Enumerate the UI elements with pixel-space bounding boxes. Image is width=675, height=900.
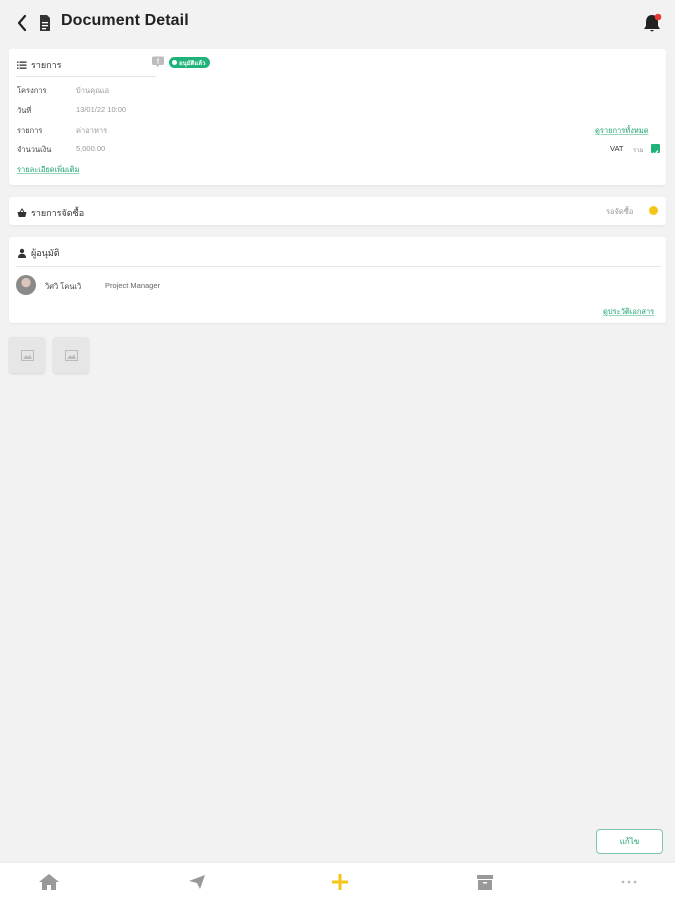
project-label: โครงการ bbox=[17, 86, 47, 95]
document-history-link[interactable]: ดูประวัติเอกสาร bbox=[603, 306, 654, 318]
details-card: รายการ อนุมัติแล้ว โครงการ บ้านคุณเอ วัน… bbox=[9, 49, 666, 185]
date-value: 13/01/22 10:00 bbox=[76, 105, 127, 114]
details-section-header: รายการ bbox=[17, 58, 62, 72]
approver-card: ผู้อนุมัติ วิศวิ โคนเวิ Project Manager … bbox=[9, 237, 666, 323]
checkmark-icon bbox=[652, 150, 659, 156]
more-icon bbox=[621, 880, 637, 884]
purchase-section-header: รายการจัดซื้อ bbox=[17, 206, 84, 220]
section-divider bbox=[16, 76, 156, 77]
vat-label: VAT bbox=[610, 144, 624, 153]
page-title: Document Detail bbox=[61, 12, 189, 29]
list-icon bbox=[17, 61, 27, 69]
nav-send[interactable] bbox=[186, 872, 208, 892]
purchase-card[interactable]: รายการจัดซื้อ รอจัดซื้อ bbox=[9, 197, 666, 225]
status-badge-label: อนุมัติแล้ว bbox=[179, 60, 206, 67]
purchase-status-text: รอจัดซื้อ bbox=[606, 207, 634, 216]
top-bar: Document Detail bbox=[0, 0, 675, 46]
bottom-navigation bbox=[0, 862, 675, 900]
nav-home[interactable] bbox=[38, 872, 60, 892]
approver-section-header: ผู้อนุมัติ bbox=[17, 246, 60, 260]
item-value: ค่าอาหาร bbox=[76, 126, 108, 135]
attachment-thumbnail[interactable] bbox=[53, 337, 89, 373]
user-icon bbox=[18, 248, 26, 258]
avatar bbox=[16, 275, 36, 295]
plus-icon bbox=[332, 874, 348, 890]
approver-section-label: ผู้อนุมัติ bbox=[31, 248, 60, 258]
comment-icon[interactable] bbox=[151, 56, 165, 68]
nav-more[interactable] bbox=[618, 872, 640, 892]
amount-label: จำนวนเงิน bbox=[17, 145, 52, 154]
approver-name: วิศวิ โคนเวิ bbox=[45, 282, 82, 291]
item-label: รายการ bbox=[17, 126, 43, 135]
details-section-label: รายการ bbox=[31, 60, 62, 70]
project-value: บ้านคุณเอ bbox=[76, 86, 110, 95]
basket-icon bbox=[17, 208, 27, 217]
status-badge: อนุมัติแล้ว bbox=[169, 57, 211, 68]
document-icon bbox=[40, 15, 50, 31]
send-icon bbox=[189, 875, 205, 889]
notification-bell-icon[interactable] bbox=[641, 12, 663, 34]
pending-clock-icon bbox=[649, 206, 658, 215]
back-arrow-icon[interactable] bbox=[14, 13, 30, 33]
date-label: วันที่ bbox=[17, 106, 32, 115]
more-details-link[interactable]: รายละเอียดเพิ่มเติม bbox=[17, 164, 79, 176]
check-circle-icon bbox=[172, 60, 177, 65]
amount-value: 5,000.00 bbox=[76, 144, 106, 153]
view-all-link[interactable]: ดูรายการทั้งหมด bbox=[595, 125, 649, 137]
nav-archive[interactable] bbox=[474, 872, 496, 892]
archive-icon bbox=[477, 874, 493, 890]
approver-role: Project Manager bbox=[105, 281, 161, 290]
purchase-section-label: รายการจัดซื้อ bbox=[31, 208, 85, 218]
vat-checkbox[interactable] bbox=[651, 144, 660, 156]
image-icon bbox=[20, 349, 34, 361]
attachment-thumbnail[interactable] bbox=[9, 337, 45, 373]
edit-button[interactable]: แก้ไข bbox=[596, 829, 663, 854]
nav-create[interactable] bbox=[329, 872, 351, 892]
home-icon bbox=[39, 874, 59, 890]
section-divider bbox=[16, 266, 661, 267]
vat-sub-label: รวม bbox=[633, 148, 644, 154]
image-icon bbox=[64, 349, 78, 361]
